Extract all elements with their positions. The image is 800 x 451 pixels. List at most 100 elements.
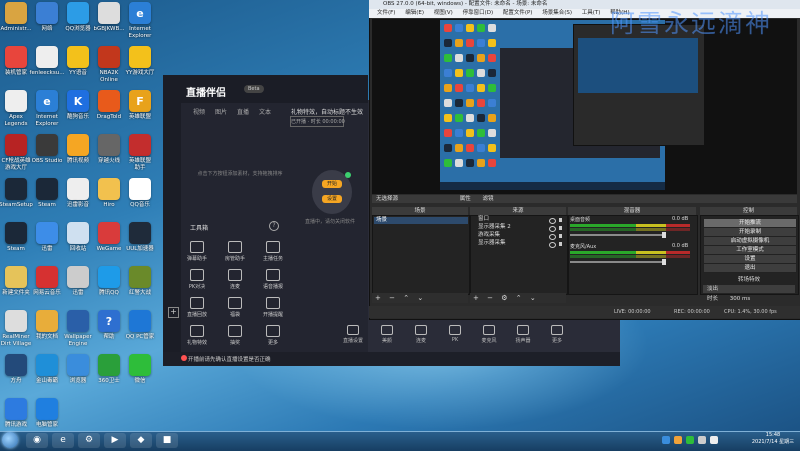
start-button[interactable]: [2, 432, 18, 448]
exit-button[interactable]: 退出: [703, 263, 797, 273]
source-item-window[interactable]: 窗口: [478, 216, 558, 223]
help-icon[interactable]: ?: [269, 221, 279, 231]
volume-fader[interactable]: [570, 261, 665, 263]
stream-control[interactable]: 美颜: [374, 325, 400, 344]
stream-control[interactable]: PK: [442, 325, 468, 343]
stream-control-icon: [415, 325, 427, 335]
lock-icon[interactable]: [559, 218, 562, 222]
menu-edit[interactable]: 编辑(E): [405, 10, 424, 16]
stream-control[interactable]: 直播设置: [340, 325, 366, 344]
app-icon: [5, 310, 27, 332]
visibility-eye-icon[interactable]: [549, 234, 556, 240]
properties-button[interactable]: 属性: [460, 196, 471, 202]
move-down-icon[interactable]: ⌄: [530, 294, 536, 302]
transition-select[interactable]: 淡出: [703, 285, 795, 293]
visibility-eye-icon[interactable]: [549, 218, 556, 224]
add-source-button[interactable]: +: [473, 294, 479, 302]
tray-network-icon[interactable]: [710, 436, 718, 444]
tab-live[interactable]: 直播: [237, 107, 249, 116]
tool-item[interactable]: 语音播报: [256, 269, 290, 290]
source-item-display[interactable]: 显示器采集: [478, 240, 558, 247]
tab-text[interactable]: 文本: [259, 107, 271, 116]
menu-file[interactable]: 文件(F): [377, 10, 395, 16]
live-status: LIVE: 00:00:00: [614, 309, 651, 315]
nested-desktop-icon: [488, 144, 496, 152]
tool-icon: [228, 297, 242, 309]
lock-icon[interactable]: [559, 242, 562, 246]
add-source-button[interactable]: +: [168, 307, 179, 318]
duration-value[interactable]: 300 ms: [730, 296, 750, 302]
lock-icon[interactable]: [559, 234, 562, 238]
desktop-icon[interactable]: 微信: [120, 354, 160, 385]
taskbar-app[interactable]: e: [52, 433, 74, 448]
desktop-icon[interactable]: QQ PC管家: [120, 310, 160, 341]
desktop-icon[interactable]: F 英雄联盟: [120, 90, 160, 121]
tray-icon[interactable]: [674, 436, 682, 444]
volume-fader-knob[interactable]: [662, 232, 666, 238]
tool-item[interactable]: 抽奖: [218, 325, 252, 346]
tool-item[interactable]: 主播任务: [256, 241, 290, 262]
visibility-eye-icon[interactable]: [549, 242, 556, 248]
live-settings-button[interactable]: 设置: [322, 195, 342, 203]
tool-item[interactable]: 连麦: [218, 269, 252, 290]
source-item-game[interactable]: 游戏采集: [478, 232, 558, 239]
nested-desktop-icon: [477, 114, 485, 122]
lock-icon[interactable]: [559, 226, 562, 230]
menu-view[interactable]: 视图(V): [434, 10, 453, 16]
stream-control[interactable]: 麦克风: [476, 325, 502, 344]
desktop-icon[interactable]: UUL加速器: [120, 222, 160, 253]
app-icon: [98, 2, 120, 24]
taskbar-app[interactable]: ⚙: [78, 433, 100, 448]
menu-scene-collection[interactable]: 场景集合(S): [542, 10, 572, 16]
tray-icon[interactable]: [662, 436, 670, 444]
stream-control[interactable]: 扬声器: [510, 325, 536, 344]
desktop-icon[interactable]: e Internet Explorer: [120, 2, 160, 39]
desktop-icon-label: Internet Explorer: [128, 26, 152, 39]
tool-item[interactable]: 开播提醒: [256, 297, 290, 318]
filters-button[interactable]: 滤镜: [483, 196, 494, 202]
desktop-icon[interactable]: QQ音乐: [120, 178, 160, 209]
tool-item[interactable]: 更多: [256, 325, 290, 346]
stream-control[interactable]: 更多: [544, 325, 570, 344]
desktop-icon[interactable]: 红警大战: [120, 266, 160, 297]
visibility-eye-icon[interactable]: [549, 226, 556, 232]
desktop-icon[interactable]: 电脑管家: [27, 398, 67, 429]
tool-item[interactable]: 弹幕助手: [180, 241, 214, 262]
taskbar-app[interactable]: ▶: [104, 433, 126, 448]
desktop-icon[interactable]: YY游戏大厅: [120, 46, 160, 77]
tool-item[interactable]: PK对决: [180, 269, 214, 290]
tool-item[interactable]: 礼物特效: [180, 325, 214, 346]
taskbar-app[interactable]: ■: [156, 433, 178, 448]
taskbar-app[interactable]: ◉: [26, 433, 48, 448]
app-icon: [36, 46, 58, 68]
volume-fader-knob[interactable]: [662, 259, 666, 265]
tool-item[interactable]: 直播回放: [180, 297, 214, 318]
menu-tools[interactable]: 工具(T): [582, 10, 601, 16]
source-item-display-2[interactable]: 显示器采集 2: [478, 224, 558, 231]
move-down-icon[interactable]: ⌄: [417, 294, 423, 302]
remove-source-button[interactable]: −: [487, 294, 493, 302]
remove-scene-button[interactable]: −: [389, 294, 395, 302]
tray-volume-icon[interactable]: [698, 436, 706, 444]
taskbar-clock[interactable]: 15:48 2021/7/14 星期三: [750, 432, 796, 446]
nested-desktop-icon: [455, 84, 463, 92]
desktop-icon[interactable]: 英雄联盟 助手: [120, 134, 160, 171]
tool-item[interactable]: 福袋: [218, 297, 252, 318]
move-up-icon[interactable]: ⌃: [403, 294, 409, 302]
add-scene-button[interactable]: +: [375, 294, 381, 302]
menu-profile[interactable]: 配置文件(P): [503, 10, 533, 16]
taskbar-app[interactable]: ◆: [130, 433, 152, 448]
volume-fader[interactable]: [570, 234, 665, 236]
scene-item[interactable]: 场景: [374, 217, 468, 224]
nested-desktop-icon: [455, 24, 463, 32]
nested-desktop-icon: [444, 99, 452, 107]
menu-docks[interactable]: 停靠窗口(D): [463, 10, 494, 16]
tray-icon[interactable]: [686, 436, 694, 444]
source-settings-icon[interactable]: ⚙: [501, 294, 507, 302]
stream-control[interactable]: 连麦: [408, 325, 434, 344]
tab-image[interactable]: 图片: [215, 107, 227, 116]
tab-video[interactable]: 视频: [193, 107, 205, 116]
start-live-button[interactable]: 开始: [322, 180, 342, 188]
tool-item[interactable]: 房管助手: [218, 241, 252, 262]
move-up-icon[interactable]: ⌃: [516, 294, 522, 302]
